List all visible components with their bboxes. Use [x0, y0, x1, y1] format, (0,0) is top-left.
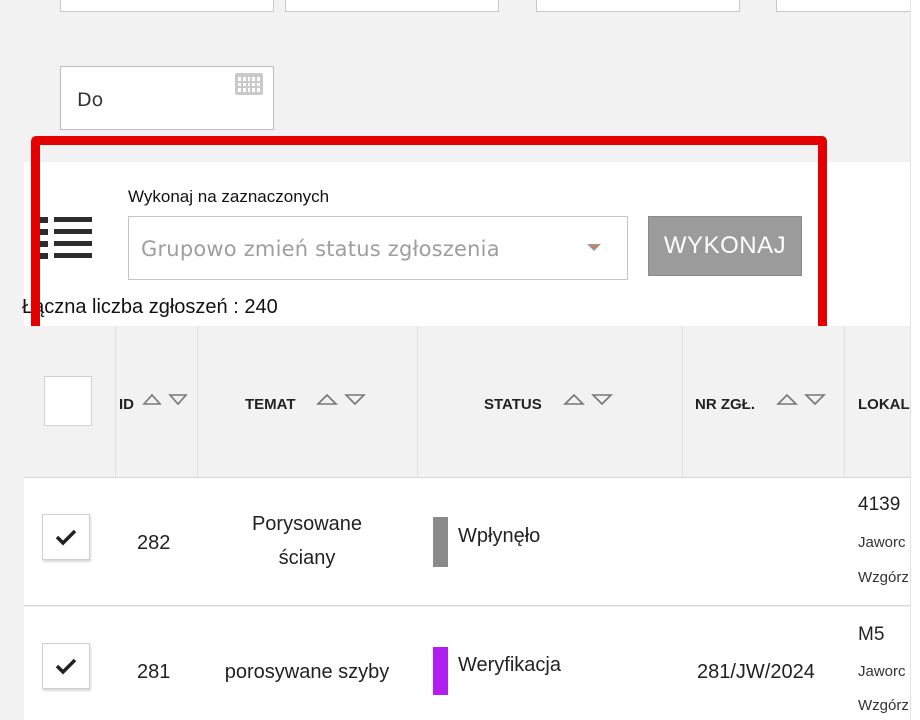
- row-nr: 281/JW/2024: [697, 661, 815, 683]
- row-temat-line: Porysowane: [251, 513, 363, 535]
- row-lokal-line: Wzgórz: [858, 569, 909, 586]
- row-temat-line: ściany: [278, 547, 336, 569]
- column-separator: [417, 326, 418, 478]
- column-separator: [844, 326, 845, 478]
- sort-icon[interactable]: [142, 392, 188, 406]
- sort-icon[interactable]: [563, 392, 613, 406]
- row-temat-line: porosywane szyby: [224, 661, 390, 683]
- filter-field-top-3[interactable]: [536, 0, 740, 12]
- column-header-nr[interactable]: NR ZGŁ.: [695, 396, 755, 413]
- date-to-label: Do: [77, 89, 104, 111]
- checkmark-icon: [55, 658, 77, 675]
- column-header-temat[interactable]: TEMAT: [245, 396, 296, 413]
- row-status: Wpłynęło: [458, 525, 541, 547]
- row-lokal: M5: [858, 624, 885, 645]
- row-lokal-line: Jaworc: [858, 663, 906, 680]
- date-to-field[interactable]: Do: [60, 66, 274, 130]
- checkmark-icon: [55, 529, 77, 546]
- row-lokal-line: Wzgórz: [858, 697, 909, 714]
- filter-field-top-2[interactable]: [285, 0, 499, 12]
- column-header-id[interactable]: ID: [119, 396, 134, 413]
- page: Do Wykonaj na zaznaczonych Grupowo zmień…: [0, 0, 920, 720]
- status-color-bar: [433, 647, 448, 695]
- column-separator: [682, 326, 683, 478]
- sort-icon[interactable]: [316, 392, 366, 406]
- filter-field-top-1[interactable]: [60, 0, 274, 12]
- row-id: 282: [137, 532, 171, 554]
- row-id: 281: [137, 661, 171, 683]
- column-separator: [115, 326, 116, 478]
- sort-icon[interactable]: [776, 392, 826, 406]
- row-temat: Porysowane ściany: [207, 507, 407, 575]
- column-header-status[interactable]: STATUS: [484, 396, 542, 413]
- column-separator: [197, 326, 198, 478]
- row-lokal-line: Jaworc: [858, 534, 906, 551]
- row-status: Weryfikacja: [458, 654, 561, 676]
- select-all-checkbox[interactable]: [44, 376, 92, 426]
- row-checkbox[interactable]: [42, 514, 90, 560]
- filter-field-top-4[interactable]: [776, 0, 916, 12]
- calendar-icon[interactable]: [235, 73, 263, 95]
- row-temat: porosywane szyby: [207, 655, 407, 689]
- row-checkbox[interactable]: [42, 643, 90, 689]
- row-lokal: 4139: [858, 494, 901, 515]
- column-header-lokal[interactable]: LOKAL: [858, 396, 910, 413]
- scrollbar[interactable]: [910, 0, 920, 720]
- status-color-bar: [433, 517, 448, 567]
